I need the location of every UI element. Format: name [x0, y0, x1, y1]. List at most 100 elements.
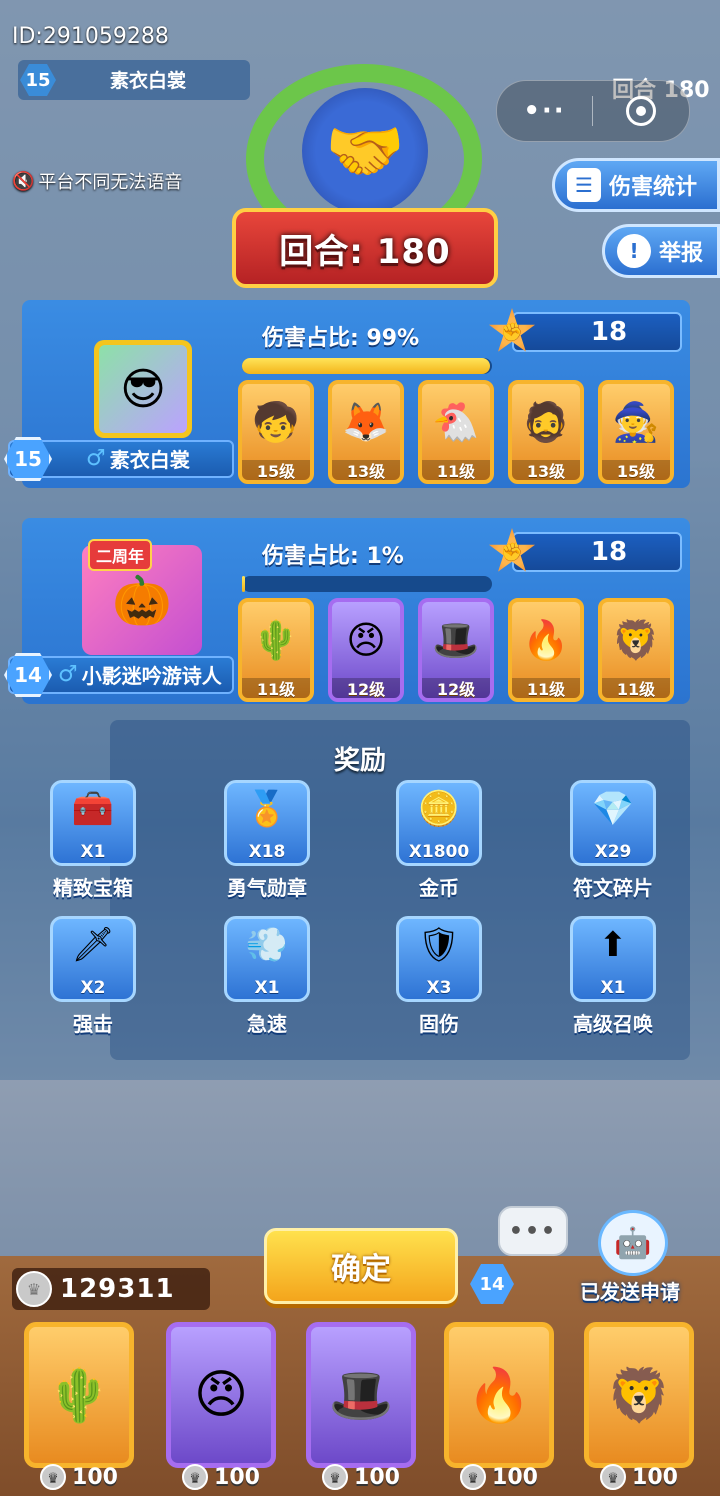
hero-card[interactable]: 🦊 13级: [328, 380, 404, 484]
deck-card[interactable]: 🌵: [24, 1322, 134, 1468]
confirm-button[interactable]: 确定: [264, 1228, 458, 1304]
hero-portrait: 🧙: [612, 399, 660, 444]
player-2-medals: 18 ✊: [488, 528, 684, 574]
hero-card[interactable]: 🧒 15级: [238, 380, 314, 484]
muted-speaker-icon: 🔇: [12, 170, 35, 192]
reward-item[interactable]: 💎 X29 符文碎片: [558, 780, 668, 900]
crown-coin-icon: ♛: [322, 1464, 349, 1490]
shield-alert-icon: !: [617, 234, 651, 268]
male-icon: ♂: [86, 446, 106, 471]
round-label: 回合: 180: [279, 231, 451, 272]
reward-count: X29: [594, 842, 632, 862]
reward-count: X1: [80, 842, 106, 862]
hero-level: 13级: [512, 460, 580, 480]
player-1-name: 素衣白裳: [109, 448, 190, 472]
reward-label: 勇气勋章: [227, 876, 307, 900]
player-1-avatar[interactable]: 😎: [94, 340, 192, 438]
reward-item[interactable]: 💨 X1 急速: [212, 916, 322, 1036]
reward-label: 符文碎片: [573, 876, 653, 900]
hero-level: 11级: [422, 460, 490, 480]
damage-bar-fill: [242, 358, 490, 374]
hero-portrait: 🦊: [342, 399, 390, 444]
coin-counter: ♛ 129311: [12, 1268, 210, 1310]
card-cost-value: 100: [354, 1464, 400, 1490]
reward-label: 强击: [73, 1012, 113, 1036]
miniprogram-capsule: •··: [496, 80, 690, 142]
crown-coin-icon: ♛: [460, 1464, 487, 1490]
round-emblem: 🤝 回合: 180: [232, 58, 498, 288]
hero-level: 12级: [332, 678, 400, 698]
reward-item[interactable]: ⬆ X1 高级召唤: [558, 916, 668, 1036]
reward-count: X1: [600, 978, 626, 998]
reward-item[interactable]: 🛡 X3 固伤: [384, 916, 494, 1036]
card-cost: ♛ 100: [444, 1464, 554, 1490]
player-1-damage-ratio: 伤害占比: 99%: [262, 326, 420, 351]
reward-count: X1800: [408, 842, 470, 862]
player-2-name: 小影迷吟游诗人: [81, 664, 222, 688]
hero-portrait: 🧒: [252, 399, 300, 444]
crown-coin-icon: ♛: [16, 1271, 52, 1307]
player-1-damage-bar: [242, 358, 492, 374]
hero-card[interactable]: 🦁 11级: [598, 598, 674, 702]
deck-card[interactable]: 😠: [166, 1322, 276, 1468]
damage-bar-fill: [242, 576, 245, 592]
hero-card[interactable]: 🐔 11级: [418, 380, 494, 484]
crown-coin-icon: ♛: [182, 1464, 209, 1490]
list-icon: ☰: [567, 168, 601, 202]
damage-stats-label: 伤害统计: [609, 175, 698, 200]
reward-item[interactable]: 🧰 X1 精致宝箱: [38, 780, 148, 900]
reward-item[interactable]: 🪙 X1800 金币: [384, 780, 494, 900]
more-dots-icon[interactable]: •··: [497, 96, 592, 126]
hero-portrait: 🎩: [432, 617, 480, 662]
hero-card[interactable]: 🧔 13级: [508, 380, 584, 484]
player-2-damage-bar: [242, 576, 492, 592]
player-2-avatar[interactable]: 🎃 二周年: [82, 539, 202, 655]
hero-card[interactable]: 🌵 11级: [238, 598, 314, 702]
crown-coin-icon: ♛: [40, 1464, 67, 1490]
card-cost-value: 100: [492, 1464, 538, 1490]
card-cost: ♛ 100: [306, 1464, 416, 1490]
reward-count: X18: [248, 842, 286, 862]
chat-bubble-icon[interactable]: •••: [498, 1206, 568, 1256]
damage-stats-button[interactable]: ☰ 伤害统计: [552, 158, 720, 212]
reward-label: 固伤: [419, 1012, 459, 1036]
card-cost: ♛ 100: [584, 1464, 694, 1490]
crown-coin-icon: ♛: [600, 1464, 627, 1490]
hero-portrait: 🔥: [522, 617, 570, 662]
deck-card[interactable]: 🎩: [306, 1322, 416, 1468]
hero-level: 11级: [512, 678, 580, 698]
hero-card[interactable]: 🔥 11级: [508, 598, 584, 702]
report-label: 举报: [659, 241, 704, 266]
reward-item[interactable]: 🏅 X18 勇气勋章: [212, 780, 322, 900]
hero-card[interactable]: 😠 12级: [328, 598, 404, 702]
coin-value: 129311: [60, 1274, 175, 1304]
hero-level: 15级: [602, 460, 670, 480]
card-cost: ♛ 100: [166, 1464, 276, 1490]
card-cost: ♛ 100: [24, 1464, 134, 1490]
player-2-name-line: ♂ 小影迷吟游诗人: [58, 660, 222, 689]
top-player-name: 素衣白裳: [110, 70, 187, 92]
reward-count: X3: [426, 978, 452, 998]
target-close-icon[interactable]: [593, 96, 688, 126]
player-id: ID:291059288: [12, 24, 169, 49]
player-1-medals: 18 ✊: [488, 308, 684, 354]
deck-card[interactable]: 🔥: [444, 1322, 554, 1468]
hero-portrait: 🦁: [612, 617, 660, 662]
card-cost-value: 100: [72, 1464, 118, 1490]
hero-level: 12级: [422, 678, 490, 698]
medal-count: 18: [512, 312, 682, 352]
report-button[interactable]: ! 举报: [602, 224, 720, 278]
voice-notice: 🔇 平台不同无法语音: [12, 168, 182, 194]
deck-card[interactable]: 🦁: [584, 1322, 694, 1468]
reward-label: 高级召唤: [573, 1012, 653, 1036]
reward-item[interactable]: 🗡 X2 强击: [38, 916, 148, 1036]
hero-portrait: 🐔: [432, 399, 480, 444]
hero-card[interactable]: 🧙 15级: [598, 380, 674, 484]
hero-level: 13级: [332, 460, 400, 480]
reward-count: X1: [254, 978, 280, 998]
round-ribbon: 回合: 180: [232, 208, 498, 288]
hero-card[interactable]: 🎩 12级: [418, 598, 494, 702]
hero-portrait: 🌵: [252, 617, 300, 662]
hero-level: 15级: [242, 460, 310, 480]
friend-request-mascot-icon: 🤖: [598, 1210, 668, 1276]
